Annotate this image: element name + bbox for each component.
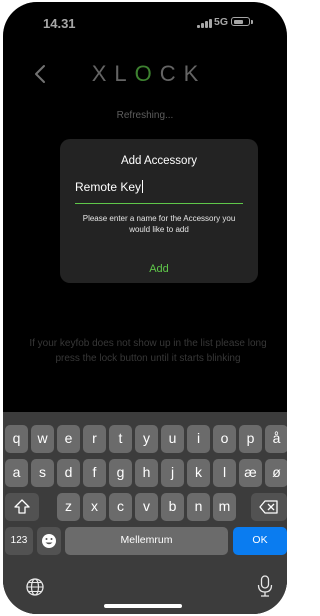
emoji-icon: [42, 534, 56, 548]
add-button[interactable]: Add: [60, 263, 258, 275]
dialog-message: Please enter a name for the Accessory yo…: [82, 214, 236, 234]
shift-icon: [14, 499, 30, 514]
key-v[interactable]: v: [135, 493, 158, 521]
key-ae[interactable]: æ: [239, 459, 262, 487]
keyboard-row-2: a s d f g h j k l æ ø: [3, 459, 287, 487]
key-d[interactable]: d: [57, 459, 80, 487]
key-t[interactable]: t: [109, 425, 132, 453]
key-y[interactable]: y: [135, 425, 158, 453]
key-i[interactable]: i: [187, 425, 210, 453]
key-a[interactable]: a: [5, 459, 28, 487]
key-q[interactable]: q: [5, 425, 28, 453]
key-c[interactable]: c: [109, 493, 132, 521]
dialog-title: Add Accessory: [120, 155, 198, 167]
microphone-key[interactable]: [254, 574, 276, 598]
key-oslash[interactable]: ø: [265, 459, 287, 487]
keyboard-row-3: z x c v b n m: [3, 493, 287, 521]
shift-key[interactable]: [5, 493, 39, 521]
text-cursor: [142, 180, 144, 193]
key-w[interactable]: w: [31, 425, 54, 453]
key-h[interactable]: h: [135, 459, 158, 487]
microphone-icon: [257, 575, 273, 597]
backspace-key[interactable]: [251, 493, 287, 521]
home-indicator[interactable]: [104, 604, 182, 608]
key-f[interactable]: f: [83, 459, 106, 487]
globe-key[interactable]: [24, 576, 46, 598]
key-s[interactable]: s: [31, 459, 54, 487]
phone-screen: 14.31 5G XLOCK Refreshing... If your key…: [3, 2, 287, 614]
keyboard-row-1: q w e r t y u i o p å: [3, 425, 287, 453]
keyboard: q w e r t y u i o p å a s d f g h j k l …: [3, 412, 287, 614]
key-p[interactable]: p: [239, 425, 262, 453]
accessory-name-value: Remote Key: [75, 180, 142, 194]
key-aring[interactable]: å: [265, 425, 287, 453]
numbers-key[interactable]: 123: [5, 527, 33, 555]
key-n[interactable]: n: [187, 493, 210, 521]
globe-icon: [26, 578, 44, 596]
key-z[interactable]: z: [57, 493, 80, 521]
keyboard-row-4: 123 Mellemrum OK: [3, 527, 287, 555]
key-g[interactable]: g: [109, 459, 132, 487]
key-x[interactable]: x: [83, 493, 106, 521]
key-r[interactable]: r: [83, 425, 106, 453]
key-u[interactable]: u: [161, 425, 184, 453]
key-k[interactable]: k: [187, 459, 210, 487]
add-accessory-dialog: Add Accessory Remote Key Please enter a …: [60, 139, 258, 283]
key-j[interactable]: j: [161, 459, 184, 487]
backspace-icon: [259, 500, 278, 514]
key-m[interactable]: m: [213, 493, 236, 521]
return-key[interactable]: OK: [233, 527, 287, 555]
key-b[interactable]: b: [161, 493, 184, 521]
key-e[interactable]: e: [57, 425, 80, 453]
accessory-name-field[interactable]: Remote Key: [75, 177, 243, 204]
key-o[interactable]: o: [213, 425, 236, 453]
key-l[interactable]: l: [213, 459, 236, 487]
space-key[interactable]: Mellemrum: [65, 527, 228, 555]
emoji-key[interactable]: [37, 527, 61, 555]
